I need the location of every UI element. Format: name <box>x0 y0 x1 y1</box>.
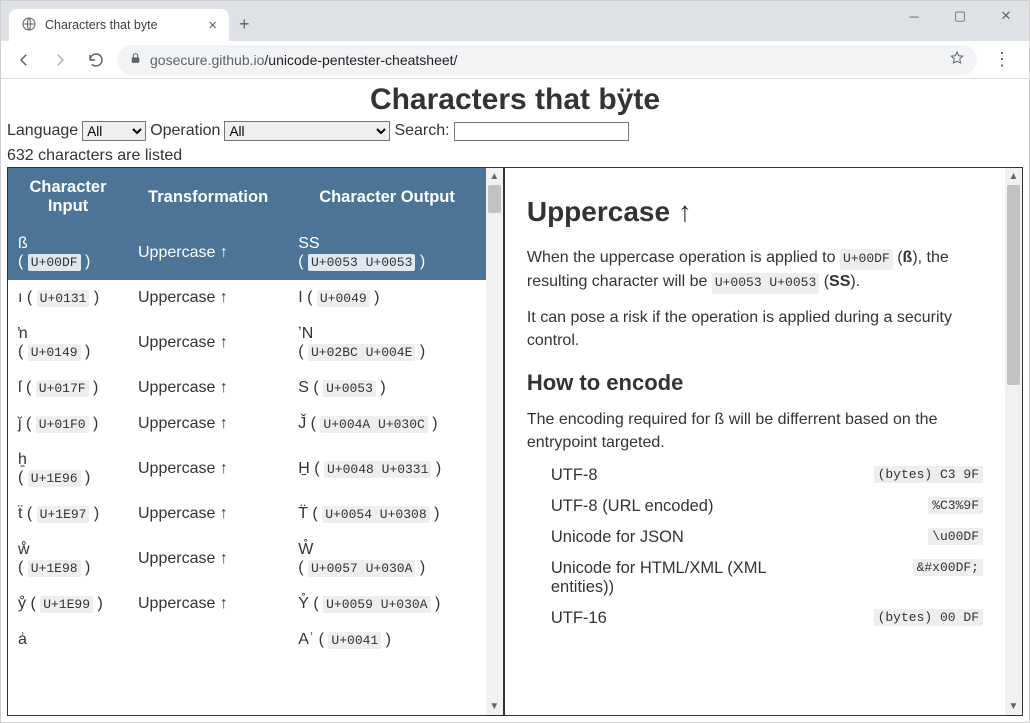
detail-h3: How to encode <box>527 370 983 396</box>
forward-button[interactable] <box>45 45 75 75</box>
url-text: gosecure.github.io/unicode-pentester-che… <box>150 52 457 68</box>
table-row[interactable]: ẘ( U+1E98 )Uppercase ↑W̊( U+0057 U+030A … <box>8 532 486 586</box>
characters-table: Character Input Transformation Character… <box>8 168 486 658</box>
table-row[interactable]: ŉ( U+0149 )Uppercase ↑ʼN( U+02BC U+004E … <box>8 316 486 370</box>
search-label: Search: <box>394 122 449 140</box>
encoding-row: UTF-8 (bytes) C3 9F <box>551 466 983 485</box>
encoding-label: Unicode for HTML/XML (XML entities)) <box>551 559 811 597</box>
scroll-thumb[interactable] <box>488 185 501 213</box>
result-count: 632 characters are listed <box>1 143 1029 167</box>
table-row[interactable]: ſ ( U+017F )Uppercase ↑S ( U+0053 ) <box>8 370 486 406</box>
col-input: Character Input <box>8 168 128 226</box>
table-row[interactable]: ß( U+00DF )Uppercase ↑SS( U+0053 U+0053 … <box>8 226 486 280</box>
col-transformation: Transformation <box>128 168 288 226</box>
detail-heading: Uppercase ↑ <box>527 196 983 228</box>
table-row[interactable]: ẙ ( U+1E99 )Uppercase ↑Y̊ ( U+0059 U+030… <box>8 586 486 622</box>
back-button[interactable] <box>9 45 39 75</box>
encoding-value: (bytes) 00 DF <box>874 609 983 626</box>
reload-button[interactable] <box>81 45 111 75</box>
encoding-row: UTF-16 (bytes) 00 DF <box>551 609 983 628</box>
encoding-label: UTF-16 <box>551 609 607 628</box>
right-scrollbar[interactable]: ▲ ▼ <box>1005 168 1022 715</box>
detail-p1: When the uppercase operation is applied … <box>527 246 983 294</box>
language-select[interactable]: All <box>82 121 146 141</box>
address-bar: gosecure.github.io/unicode-pentester-che… <box>1 41 1029 79</box>
tab-title: Characters that byte <box>45 18 200 32</box>
encoding-label: UTF-8 <box>551 466 598 485</box>
table-row[interactable]: ẗ ( U+1E97 )Uppercase ↑T̈ ( U+0054 U+030… <box>8 496 486 532</box>
bookmark-icon[interactable] <box>949 50 965 69</box>
page-title: Characters that bÿte <box>1 83 1029 117</box>
scroll-down-icon[interactable]: ▼ <box>1005 698 1022 715</box>
scroll-up-icon[interactable]: ▲ <box>486 168 503 185</box>
omnibox[interactable]: gosecure.github.io/unicode-pentester-che… <box>117 45 977 75</box>
encoding-row: Unicode for HTML/XML (XML entities)) &#x0… <box>551 559 983 597</box>
left-scrollbar[interactable]: ▲ ▼ <box>486 168 503 715</box>
detail-p2: It can pose a risk if the operation is a… <box>527 306 983 352</box>
window-minimize-button[interactable]: ─ <box>891 1 937 31</box>
encoding-label: Unicode for JSON <box>551 528 684 547</box>
scroll-thumb[interactable] <box>1007 185 1020 385</box>
encoding-value: (bytes) C3 9F <box>874 466 983 483</box>
window-close-button[interactable]: ✕ <box>983 1 1029 31</box>
detail-p3: The encoding required for ß will be diff… <box>527 408 983 454</box>
browser-menu-button[interactable]: ⋮ <box>983 49 1021 70</box>
table-row[interactable]: ı ( U+0131 )Uppercase ↑I ( U+0049 ) <box>8 280 486 316</box>
encoding-value: &#x00DF; <box>913 559 983 576</box>
encoding-row: UTF-8 (URL encoded) %C3%9F <box>551 497 983 516</box>
encoding-row: Unicode for JSON \u00DF <box>551 528 983 547</box>
window-maximize-button[interactable]: ▢ <box>937 1 983 31</box>
scroll-up-icon[interactable]: ▲ <box>1005 168 1022 185</box>
browser-tab[interactable]: Characters that byte × <box>9 9 229 41</box>
globe-icon <box>21 16 37 35</box>
language-label: Language <box>7 122 78 140</box>
scroll-down-icon[interactable]: ▼ <box>486 698 503 715</box>
operation-select[interactable]: All <box>224 121 390 141</box>
lock-icon <box>129 52 142 68</box>
table-row[interactable]: ẖ( U+1E96 )Uppercase ↑H̱ ( U+0048 U+0331… <box>8 442 486 496</box>
encoding-label: UTF-8 (URL encoded) <box>551 497 714 516</box>
table-row[interactable]: ǰ ( U+01F0 )Uppercase ↑J̌ ( U+004A U+030… <box>8 406 486 442</box>
table-row[interactable]: ẚAʾ ( U+0041 ) <box>8 622 486 658</box>
filter-controls: Language All Operation All Search: <box>1 119 1029 143</box>
encoding-value: %C3%9F <box>928 497 983 514</box>
col-output: Character Output <box>288 168 486 226</box>
encoding-value: \u00DF <box>928 528 983 545</box>
new-tab-button[interactable]: + <box>239 14 250 35</box>
operation-label: Operation <box>150 122 220 140</box>
close-icon[interactable]: × <box>208 18 217 33</box>
search-input[interactable] <box>454 122 629 141</box>
tab-strip: Characters that byte × + ─ ▢ ✕ <box>1 1 1029 41</box>
detail-panel: Uppercase ↑ When the uppercase operation… <box>505 168 1005 715</box>
